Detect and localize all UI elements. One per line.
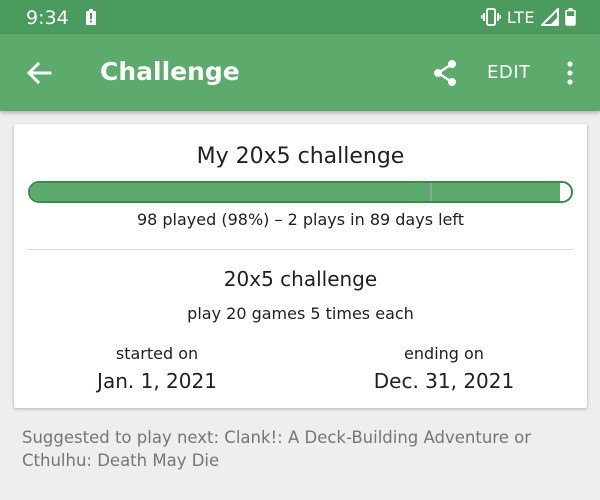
end-date-value: Dec. 31, 2021 <box>373 369 515 393</box>
back-arrow-icon <box>26 61 52 85</box>
end-date-block: ending on Dec. 31, 2021 <box>301 344 587 393</box>
status-icons: LTE <box>480 6 576 28</box>
back-button[interactable] <box>22 56 56 90</box>
end-date-label: ending on <box>404 344 484 363</box>
signal-icon <box>541 8 559 26</box>
status-bar: 9:34 LTE <box>0 0 600 34</box>
network-type: LTE <box>506 7 535 27</box>
expected-progress-marker <box>430 183 433 201</box>
challenge-description: play 20 games 5 times each <box>187 304 414 323</box>
more-vert-icon <box>567 61 573 85</box>
start-date-block: started on Jan. 1, 2021 <box>14 344 300 393</box>
progress-bar <box>28 181 573 203</box>
page-title: Challenge <box>100 57 240 86</box>
more-options-button[interactable] <box>556 56 584 90</box>
suggested-next-text: Suggested to play next: Clank!: A Deck-B… <box>22 428 531 470</box>
edit-button[interactable]: EDIT <box>487 62 531 83</box>
progress-fill <box>30 183 561 201</box>
battery-alert-icon <box>86 9 96 25</box>
challenge-card: My 20x5 challenge 98 played (98%) – 2 pl… <box>14 124 587 408</box>
card-title: My 20x5 challenge <box>196 144 405 169</box>
app-bar: Challenge EDIT <box>0 34 600 111</box>
start-date-value: Jan. 1, 2021 <box>97 369 217 393</box>
share-icon <box>434 60 456 86</box>
share-button[interactable] <box>428 56 462 90</box>
start-date-label: started on <box>115 344 199 363</box>
progress-summary: 98 played (98%) – 2 plays in 89 days lef… <box>136 210 465 229</box>
battery-icon <box>565 8 576 26</box>
divider <box>28 249 573 250</box>
challenge-name: 20x5 challenge <box>223 267 378 291</box>
status-time: 9:34 <box>26 7 69 29</box>
vibrate-icon <box>480 8 501 26</box>
